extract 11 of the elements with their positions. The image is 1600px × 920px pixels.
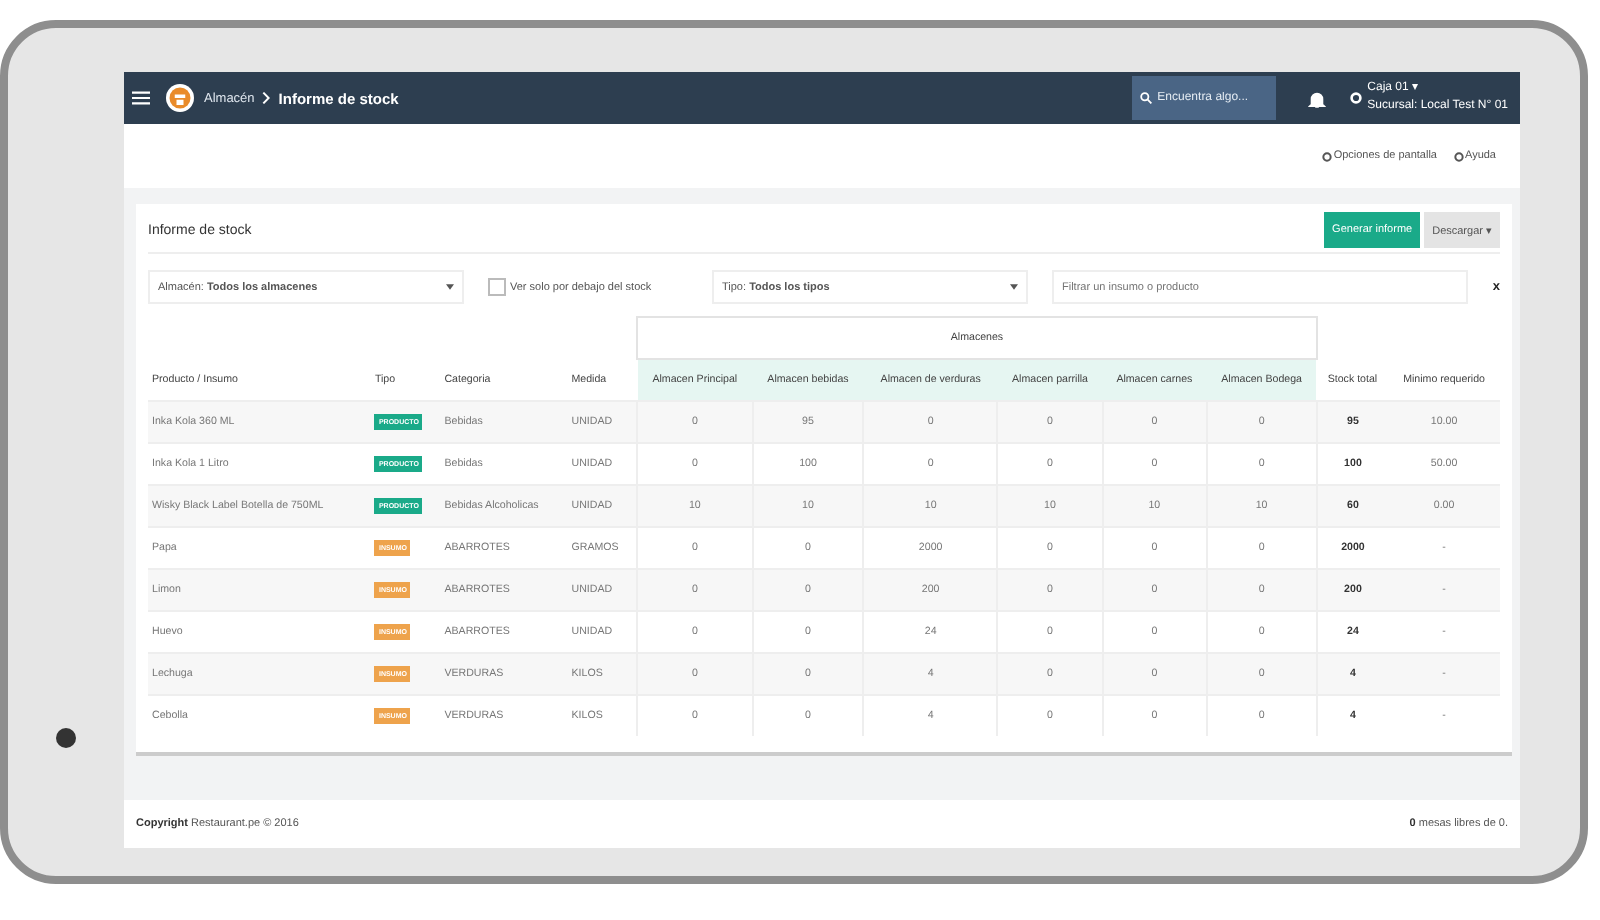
caret-icon <box>1010 284 1018 290</box>
menu-icon[interactable] <box>132 90 150 106</box>
chevron-icon <box>262 92 271 104</box>
circle-icon <box>1321 151 1332 161</box>
checkbox[interactable] <box>488 278 506 296</box>
bell-icon[interactable] <box>1307 89 1326 107</box>
circle-icon <box>1453 151 1463 161</box>
home-button-icon <box>56 728 76 748</box>
status-icon <box>1349 92 1362 104</box>
logo-icon <box>166 84 194 112</box>
caret-icon <box>446 284 454 290</box>
